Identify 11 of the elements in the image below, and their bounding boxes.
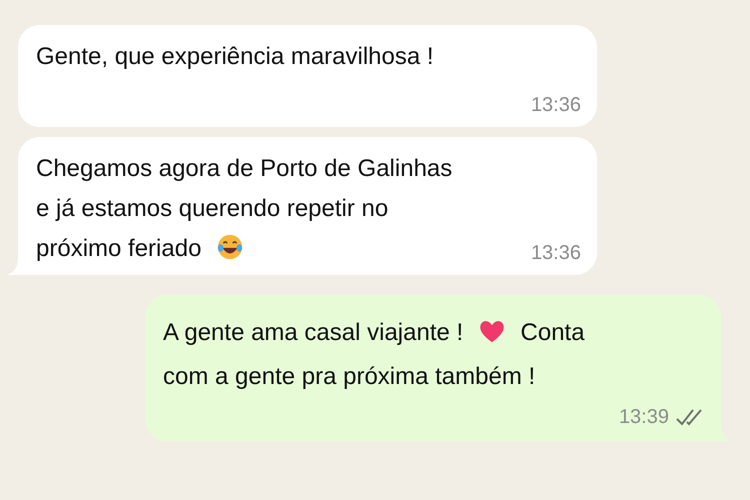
message-text: e já estamos querendo repetir no <box>36 195 388 222</box>
message-text: A gente ama casal viajante ! <box>163 319 464 346</box>
message-text: Gente, que experiência maravilhosa ! <box>36 43 434 70</box>
message-text: próximo feriado <box>36 235 202 262</box>
message-text: com a gente pra próxima também ! <box>163 363 536 390</box>
message-time: 13:36 <box>530 241 581 265</box>
message-text: Chegamos agora de Porto de Galinhas <box>36 155 452 182</box>
message-time: 13:39 <box>618 405 669 429</box>
laughing-emoji-icon <box>216 233 244 261</box>
message-text: Conta <box>520 319 585 346</box>
message-time: 13:36 <box>530 93 581 117</box>
